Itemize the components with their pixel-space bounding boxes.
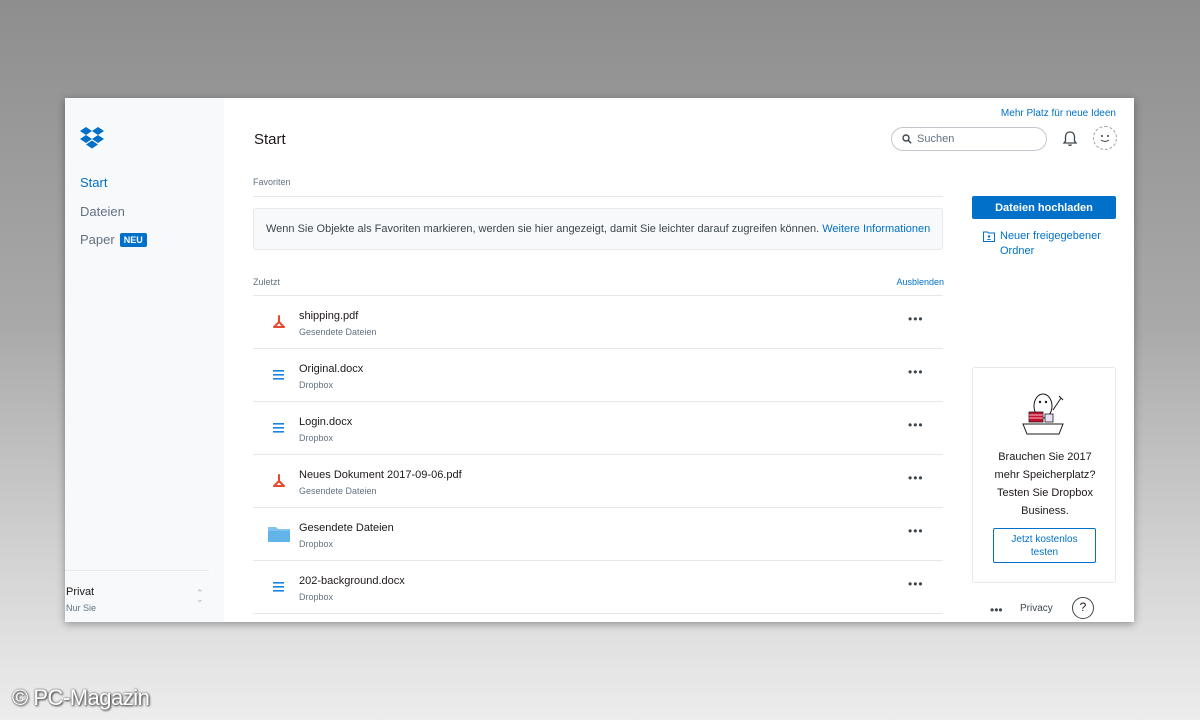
dropbox-window: Start Dateien Paper NEU Privat Nur Sie ⌃ ⌄… — [65, 98, 1134, 622]
notifications-bell-icon[interactable] — [1062, 130, 1078, 148]
file-name: Original.docx — [299, 363, 364, 375]
more-options-icon[interactable]: ••• — [908, 524, 924, 538]
new-badge: NEU — [119, 233, 147, 247]
search-icon — [902, 134, 912, 144]
list-item[interactable]: 202-background.docx Dropbox ••• — [253, 561, 943, 614]
file-name: Login.docx — [299, 416, 353, 428]
account-switch-icon[interactable]: ⌃ ⌄ — [196, 589, 204, 604]
avatar[interactable] — [1093, 126, 1117, 150]
doc-icon — [273, 582, 284, 592]
file-name: 202-background.docx — [299, 575, 405, 587]
page-title: Start — [254, 131, 286, 148]
help-button[interactable]: ? — [1072, 597, 1094, 619]
list-item[interactable]: Original.docx Dropbox ••• — [253, 349, 943, 402]
list-item[interactable]: Gesendete Dateien Dropbox ••• — [253, 508, 943, 561]
sidebar-item-dateien[interactable]: Dateien — [80, 204, 125, 219]
new-shared-folder-link[interactable]: Neuer freigegebener Ordner — [983, 229, 1123, 259]
promo-link[interactable]: Mehr Platz für neue Ideen — [1001, 108, 1116, 119]
dropbox-logo-icon[interactable] — [80, 127, 104, 149]
file-name: Gesendete Dateien — [299, 522, 394, 534]
upsell-line: Brauchen Sie 2017 — [998, 451, 1092, 463]
favorites-label: Favoriten — [253, 177, 291, 187]
try-free-label-2: testen — [1030, 546, 1059, 558]
list-item[interactable]: Login.docx Dropbox ••• — [253, 402, 943, 455]
sidebar-item-start[interactable]: Start — [80, 175, 107, 190]
upload-files-button[interactable]: Dateien hochladen — [972, 196, 1116, 219]
upsell-line: mehr Speicherplatz? — [994, 469, 1096, 481]
favorites-info-text: Wenn Sie Objekte als Favoriten markieren… — [266, 223, 820, 235]
sidebar-item-paper[interactable]: Paper NEU — [80, 232, 147, 247]
more-options-icon[interactable]: ••• — [908, 471, 924, 485]
watermark: © PC-Magazin — [12, 685, 150, 710]
favorites-info-box: Wenn Sie Objekte als Favoriten markieren… — [253, 208, 943, 250]
privacy-link[interactable]: Privacy — [1020, 603, 1053, 614]
more-options-icon[interactable]: ••• — [908, 418, 924, 432]
sidebar-item-label: Dateien — [80, 204, 125, 219]
more-options-icon[interactable]: ••• — [908, 365, 924, 379]
account-name[interactable]: Privat — [66, 586, 94, 598]
hide-recent-link[interactable]: Ausblenden — [884, 277, 944, 287]
shared-folder-icon — [983, 231, 995, 242]
file-location: Gesendete Dateien — [299, 327, 377, 337]
folder-icon — [268, 527, 290, 542]
file-location: Dropbox — [299, 433, 334, 443]
doc-icon — [273, 370, 284, 380]
more-options-icon[interactable]: ••• — [908, 312, 924, 326]
pdf-icon — [273, 474, 285, 487]
sidebar-item-label: Start — [80, 175, 108, 190]
upsell-text: Brauchen Sie 2017 mehr Speicherplatz? Te… — [973, 448, 1117, 520]
sidebar-divider — [65, 570, 209, 571]
upsell-line: Testen Sie Dropbox — [997, 487, 1093, 499]
search-input[interactable] — [917, 133, 1037, 145]
footer-more-icon[interactable]: ••• — [990, 603, 1003, 617]
upsell-line: Business. — [1021, 505, 1069, 517]
more-info-link[interactable]: Weitere Informationen — [822, 223, 930, 235]
file-location: Gesendete Dateien — [299, 486, 377, 496]
list-item[interactable]: shipping.pdf Gesendete Dateien ••• — [253, 296, 943, 349]
list-item[interactable]: Neues Dokument 2017-09-06.pdf Gesendete … — [253, 455, 943, 508]
new-shared-folder-label: Neuer freigegebener Ordner — [1000, 230, 1101, 257]
try-free-label-1: Jetzt kostenlos — [1011, 533, 1078, 545]
file-name: Neues Dokument 2017-09-06.pdf — [299, 469, 462, 481]
favorites-divider — [253, 196, 943, 197]
try-free-button[interactable]: Jetzt kostenlos testen — [993, 528, 1096, 563]
more-options-icon[interactable]: ••• — [908, 577, 924, 591]
file-location: Dropbox — [299, 380, 334, 390]
file-location: Dropbox — [299, 539, 334, 549]
file-location: Dropbox — [299, 592, 334, 602]
business-illustration-icon — [1022, 393, 1064, 435]
file-name: shipping.pdf — [299, 310, 359, 322]
smiley-icon — [1100, 135, 1110, 142]
recent-file-list: shipping.pdf Gesendete Dateien ••• Origi… — [253, 296, 943, 614]
doc-icon — [273, 423, 284, 433]
sidebar: Start Dateien Paper NEU Privat Nur Sie ⌃ ⌄ — [65, 98, 224, 622]
upsell-card: Brauchen Sie 2017 mehr Speicherplatz? Te… — [972, 367, 1116, 583]
recent-label: Zuletzt — [253, 277, 281, 287]
search-box[interactable] — [891, 127, 1047, 151]
main-content: Mehr Platz für neue Ideen Start Favorite… — [224, 98, 1134, 622]
pdf-icon — [273, 315, 285, 328]
account-subtitle: Nur Sie — [66, 603, 97, 613]
sidebar-item-label: Paper — [80, 232, 115, 247]
